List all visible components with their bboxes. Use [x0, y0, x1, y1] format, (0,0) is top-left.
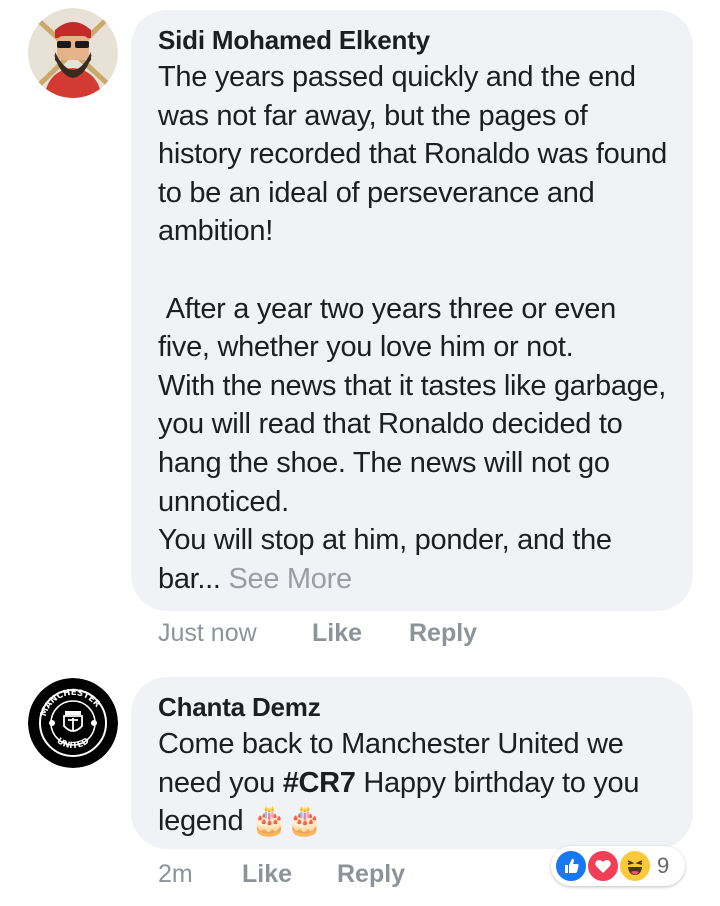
- love-icon: [586, 849, 620, 883]
- manchester-united-crest-icon: MANCHESTER UNITED: [28, 678, 118, 768]
- comment-author[interactable]: Chanta Demz: [158, 691, 667, 723]
- profile-avatar-sidi[interactable]: [28, 8, 118, 98]
- hashtag-link[interactable]: #CR7: [283, 767, 356, 799]
- comment-bubble: Chanta Demz Come back to Manchester Unit…: [131, 677, 693, 849]
- like-button[interactable]: Like: [242, 857, 292, 891]
- comment-body: The years passed quickly and the end was…: [158, 61, 667, 595]
- see-more-link[interactable]: See More: [228, 563, 352, 595]
- birthday-cake-emoji: 🎂🎂: [251, 805, 323, 838]
- comment-author[interactable]: Sidi Mohamed Elkenty: [158, 24, 667, 56]
- like-icon: [554, 849, 588, 883]
- bearded-man-avatar-icon: [28, 8, 118, 98]
- comments-thread: Sidi Mohamed Elkenty The years passed qu…: [0, 0, 720, 906]
- comment-text: Come back to Manchester United we need y…: [158, 725, 667, 841]
- reaction-summary[interactable]: 9: [551, 846, 691, 886]
- like-button[interactable]: Like: [312, 616, 362, 650]
- reply-button[interactable]: Reply: [337, 857, 405, 891]
- profile-avatar-chanta[interactable]: MANCHESTER UNITED: [28, 678, 118, 768]
- comment-timestamp[interactable]: 2m: [158, 857, 193, 891]
- comment-timestamp[interactable]: Just now: [158, 616, 257, 650]
- reply-button[interactable]: Reply: [409, 616, 477, 650]
- comment-text: The years passed quickly and the end was…: [158, 58, 667, 598]
- reaction-count: 9: [657, 853, 670, 878]
- comment-actions: Just now Like Reply: [0, 616, 720, 650]
- haha-icon: [618, 849, 652, 883]
- comment-bubble: Sidi Mohamed Elkenty The years passed qu…: [131, 10, 693, 611]
